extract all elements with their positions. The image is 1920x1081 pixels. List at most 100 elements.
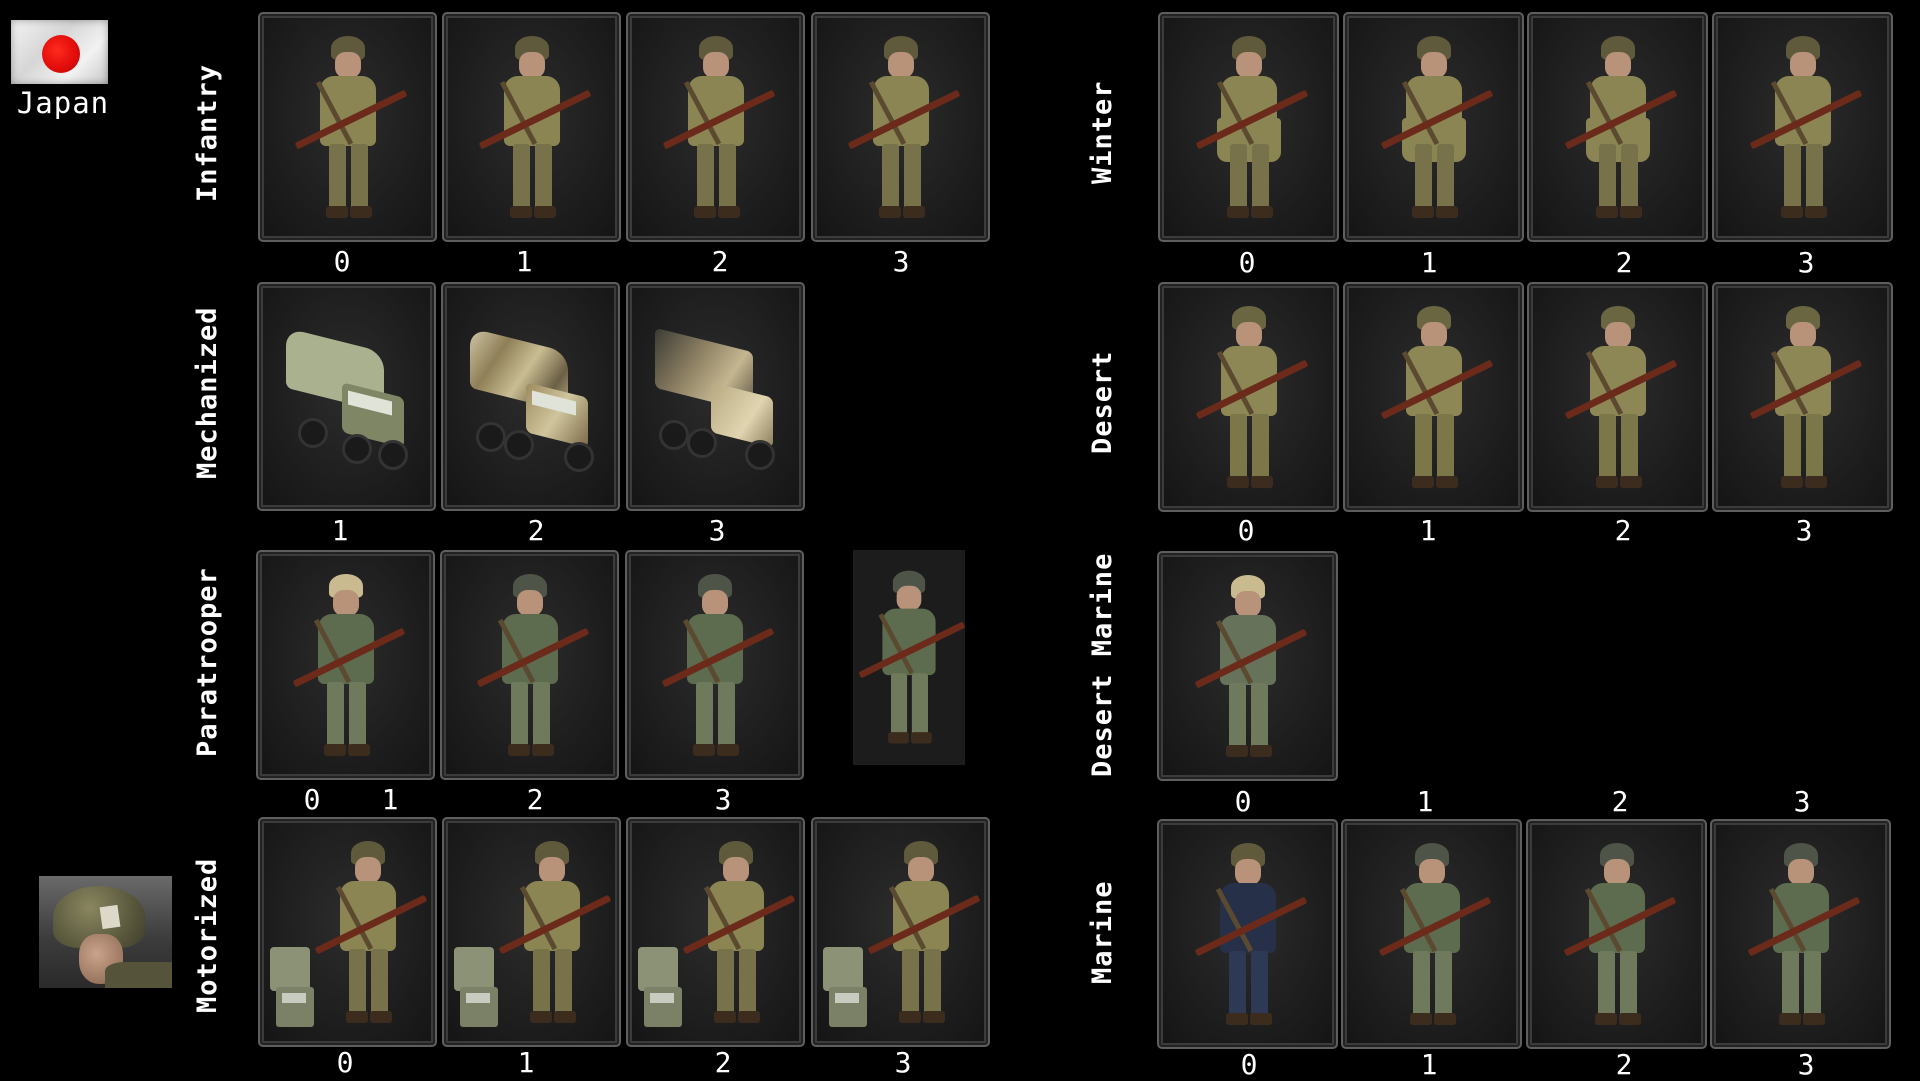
tier-number: 1 <box>1419 514 1437 547</box>
unit-card-winter-0[interactable] <box>1158 12 1339 242</box>
tier-number: 3 <box>892 245 910 278</box>
unit-card-marine-1[interactable] <box>1341 819 1522 1049</box>
tier-number: 0 <box>1240 1048 1258 1081</box>
tier-number: 0 <box>336 1046 354 1079</box>
unit-card-infantry-0[interactable] <box>258 12 437 242</box>
tier-number: 2 <box>527 514 545 547</box>
tier-number: 0 <box>1238 246 1256 279</box>
rising-sun-emblem <box>42 35 80 73</box>
tier-number: 1 <box>1416 785 1434 818</box>
tier-number: 1 <box>331 514 349 547</box>
soldier-figure <box>294 28 407 228</box>
commander-portrait <box>39 876 172 988</box>
tier-number: 1 <box>1420 1048 1438 1081</box>
soldier-figure <box>662 28 775 228</box>
unit-card-winter-3[interactable] <box>1712 12 1893 242</box>
unit-card-paratrooper-3[interactable] <box>625 550 804 780</box>
soldier-figure <box>1747 835 1860 1035</box>
tier-number: 1 <box>515 245 533 278</box>
tier-number: 3 <box>1797 246 1815 279</box>
mini-truck-icon <box>270 947 318 1037</box>
unit-card-desert-marine-0[interactable] <box>1157 551 1338 781</box>
tier-number: 3 <box>714 783 732 816</box>
unit-card-motorized-3[interactable] <box>811 817 990 1047</box>
tier-number: 2 <box>714 1046 732 1079</box>
halftrack-truck-icon <box>456 322 606 472</box>
unit-card-infantry-3[interactable] <box>811 12 990 242</box>
unit-card-desert-2[interactable] <box>1527 282 1708 512</box>
country-name: Japan <box>16 86 110 120</box>
soldier-figure <box>1564 28 1677 228</box>
japan-flag-icon <box>11 20 108 84</box>
tier-number: 0 <box>1234 785 1252 818</box>
unit-card-desert-3[interactable] <box>1712 282 1893 512</box>
soldier-figure <box>1195 298 1308 498</box>
row-label-mechanized: Mechanized <box>192 306 223 479</box>
tier-number: 2 <box>526 783 544 816</box>
unit-card-marine-3[interactable] <box>1710 819 1891 1049</box>
soldier-figure <box>867 833 980 1033</box>
tier-number: 2 <box>1611 785 1629 818</box>
mini-truck-icon <box>638 947 686 1037</box>
tier-number: 3 <box>1795 514 1813 547</box>
unit-card-motorized-0[interactable] <box>258 817 437 1047</box>
soldier-figure <box>1195 28 1308 228</box>
unit-card-paratrooper-extra[interactable] <box>853 550 965 765</box>
soldier-figure <box>1564 298 1677 498</box>
tier-number: 3 <box>1797 1048 1815 1081</box>
row-label-desert-marine: Desert Marine <box>1087 552 1118 778</box>
mini-truck-icon <box>454 947 502 1037</box>
unit-card-mechanized-1[interactable] <box>257 282 436 511</box>
unit-card-paratrooper-2[interactable] <box>440 550 619 780</box>
tier-number: 1 <box>517 1046 535 1079</box>
row-label-motorized: Motorized <box>192 857 223 1014</box>
unit-card-motorized-1[interactable] <box>442 817 621 1047</box>
unit-card-mechanized-2[interactable] <box>441 282 620 511</box>
unit-card-paratrooper-0[interactable] <box>256 550 435 780</box>
soldier-figure <box>1749 28 1862 228</box>
tier-number: 3 <box>1793 785 1811 818</box>
unit-card-winter-1[interactable] <box>1343 12 1524 242</box>
soldier-figure <box>1380 298 1493 498</box>
tier-number: 2 <box>1614 514 1632 547</box>
soldier-figure <box>1749 298 1862 498</box>
soldier-figure <box>1380 28 1493 228</box>
mini-truck-icon <box>823 947 871 1037</box>
soldier-figure <box>1563 835 1676 1035</box>
soldier-figure <box>661 566 774 766</box>
unit-card-motorized-2[interactable] <box>626 817 805 1047</box>
unit-card-desert-0[interactable] <box>1158 282 1339 512</box>
tier-number: 1 <box>1420 246 1438 279</box>
unit-card-winter-2[interactable] <box>1527 12 1708 242</box>
soldier-figure <box>314 833 427 1033</box>
row-label-paratrooper: Paratrooper <box>192 567 223 758</box>
soldier-figure <box>1378 835 1491 1035</box>
row-label-marine: Marine <box>1087 880 1118 985</box>
tier-number: 2 <box>1615 1048 1633 1081</box>
unit-card-marine-2[interactable] <box>1526 819 1707 1049</box>
army-truck-icon <box>272 322 422 472</box>
row-label-winter: Winter <box>1087 80 1118 185</box>
soldier-figure <box>1194 567 1307 767</box>
unit-card-infantry-2[interactable] <box>626 12 805 242</box>
tier-number: 0 <box>1237 514 1255 547</box>
tier-number: 0 <box>333 245 351 278</box>
soldier-figure <box>498 833 611 1033</box>
soldier-figure <box>478 28 591 228</box>
row-label-infantry: Infantry <box>192 63 223 202</box>
tier-number: 3 <box>894 1046 912 1079</box>
armored-halftrack-icon <box>641 322 791 472</box>
soldier-figure <box>682 833 795 1033</box>
tier-number: 2 <box>711 245 729 278</box>
tier-number: 3 <box>708 514 726 547</box>
tier-number: 2 <box>1615 246 1633 279</box>
tier-number: 0 <box>303 783 321 816</box>
row-label-desert: Desert <box>1087 350 1118 455</box>
unit-card-mechanized-3[interactable] <box>626 282 805 511</box>
tier-number: 1 <box>381 783 399 816</box>
unit-card-desert-1[interactable] <box>1343 282 1524 512</box>
unit-card-marine-0[interactable] <box>1157 819 1338 1049</box>
soldier-figure <box>847 28 960 228</box>
unit-card-infantry-1[interactable] <box>442 12 621 242</box>
soldier-figure <box>476 566 589 766</box>
